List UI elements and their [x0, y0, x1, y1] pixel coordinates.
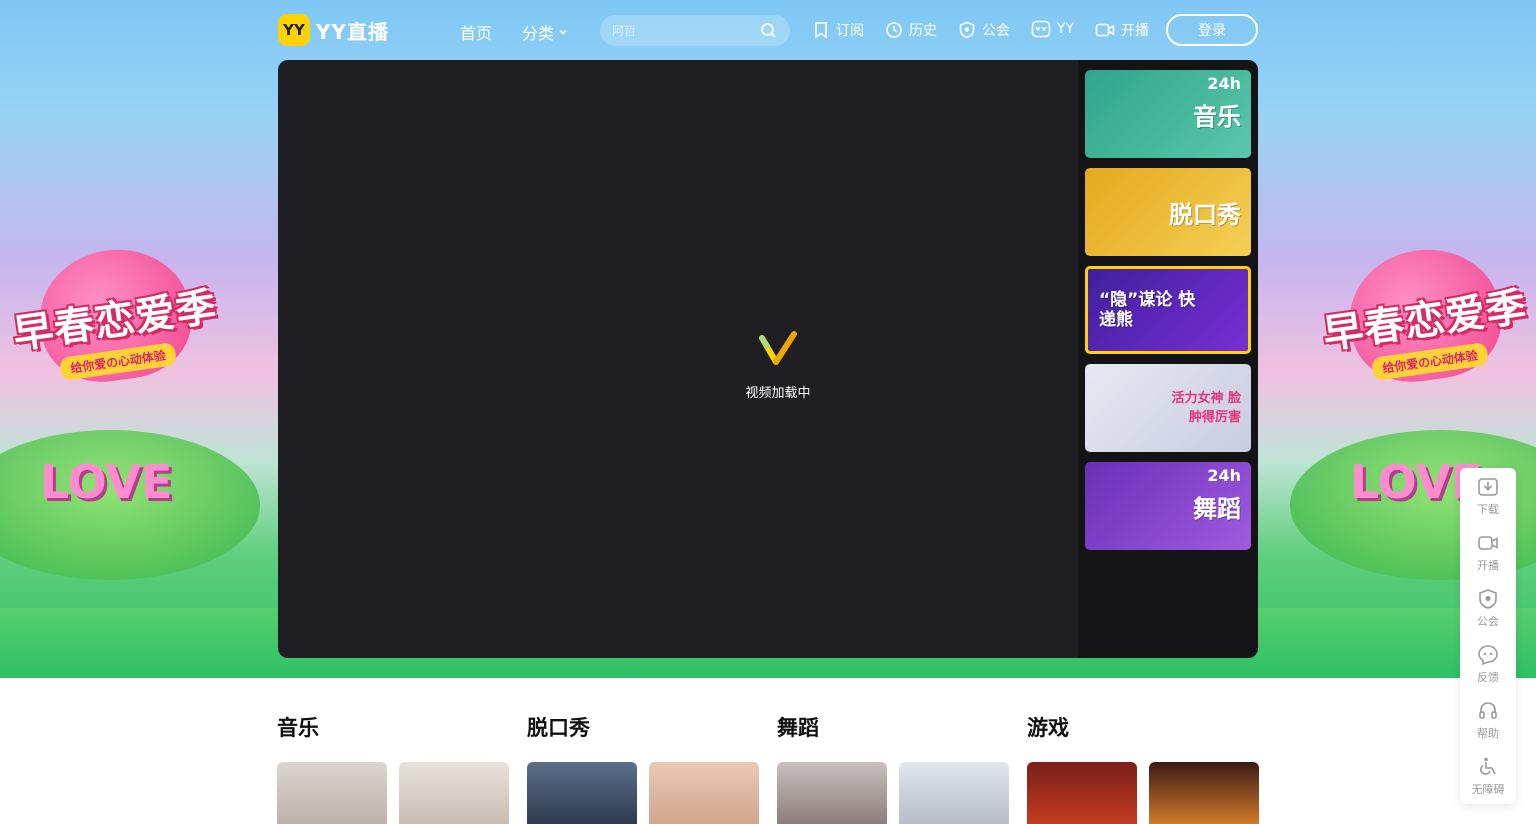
- channel-label: 脱口秀: [1169, 200, 1241, 229]
- logo-text: YY直播: [316, 19, 389, 44]
- toolbar-download[interactable]: 下载: [1460, 468, 1516, 524]
- header-subscribe[interactable]: 订阅: [812, 20, 864, 40]
- toolbar-help-label: 帮助: [1477, 726, 1499, 740]
- feedback-icon: [1478, 644, 1498, 665]
- shield-star-icon: [1479, 588, 1497, 609]
- 24h-badge: 24h: [1207, 74, 1241, 93]
- toolbar-guild[interactable]: 公会: [1460, 580, 1516, 636]
- toolbar-help[interactable]: 帮助: [1460, 692, 1516, 748]
- header-history-label: 历史: [909, 23, 937, 39]
- stream-card[interactable]: [1149, 762, 1259, 824]
- header-guild[interactable]: 公会: [958, 20, 1010, 40]
- stream-card[interactable]: [527, 762, 637, 824]
- search-icon[interactable]: [760, 22, 777, 39]
- channel-label: 音乐: [1193, 102, 1241, 131]
- channel-thumb-talkshow[interactable]: 脱口秀: [1085, 168, 1251, 256]
- floating-toolbar: 下载 开播 公会 反馈 帮助 无障碍: [1460, 468, 1516, 804]
- shield-star-icon: [959, 21, 975, 39]
- header-yy-label: YY: [1057, 21, 1075, 37]
- loading-indicator: 视频加载中: [728, 328, 828, 401]
- header-history[interactable]: 历史: [885, 20, 937, 40]
- toolbar-accessibility-label: 无障碍: [1471, 782, 1505, 796]
- header-yy[interactable]: YY: [1031, 20, 1074, 38]
- channel-list: 24h 音乐 脱口秀 “隐”谋论 快递熊 活力女神 脸肿得厉害 24h 舞蹈: [1078, 60, 1258, 658]
- nav-home[interactable]: 首页: [460, 20, 492, 44]
- chevron-down-icon: [559, 29, 567, 35]
- channel-thumb-goddess[interactable]: 活力女神 脸肿得厉害: [1085, 364, 1251, 452]
- section-title-dance[interactable]: 舞蹈: [777, 712, 819, 742]
- headset-icon: [1479, 701, 1497, 719]
- 24h-badge: 24h: [1207, 466, 1241, 485]
- channel-thumb-dance[interactable]: 24h 舞蹈: [1085, 462, 1251, 550]
- stream-card[interactable]: [777, 762, 887, 824]
- stream-card[interactable]: [649, 762, 759, 824]
- video-player[interactable]: 视频加载中 24h 音乐 脱口秀 “隐”谋论 快递熊 活力女神 脸肿得厉害 24…: [278, 60, 1258, 658]
- toolbar-feedback[interactable]: 反馈: [1460, 636, 1516, 692]
- nav-category[interactable]: 分类: [522, 20, 568, 44]
- video-camera-icon: [1478, 535, 1498, 550]
- video-camera-icon: [1095, 23, 1115, 37]
- download-icon: [1478, 477, 1498, 496]
- channel-thumb-music[interactable]: 24h 音乐: [1085, 70, 1251, 158]
- toolbar-download-label: 下载: [1477, 502, 1499, 516]
- section-title-game[interactable]: 游戏: [1027, 712, 1069, 742]
- accessibility-icon: [1480, 757, 1496, 775]
- header-subscribe-label: 订阅: [836, 23, 864, 39]
- section-title-music[interactable]: 音乐: [277, 712, 319, 742]
- toolbar-broadcast-label: 开播: [1477, 558, 1499, 572]
- channel-label: 活力女神 脸肿得厉害: [1171, 390, 1241, 426]
- yy-logo-icon: YY: [278, 14, 310, 46]
- nav-category-label: 分类: [522, 24, 555, 43]
- header-guild-label: 公会: [982, 23, 1010, 39]
- toolbar-guild-label: 公会: [1477, 614, 1499, 628]
- bookmark-icon: [815, 22, 827, 39]
- section-title-talkshow[interactable]: 脱口秀: [527, 712, 590, 742]
- banner-love-text: LOVE: [40, 455, 173, 509]
- stream-card[interactable]: [277, 762, 387, 824]
- channel-label: 舞蹈: [1193, 494, 1241, 523]
- header-broadcast[interactable]: 开播: [1095, 20, 1149, 40]
- toolbar-feedback-label: 反馈: [1477, 670, 1499, 684]
- stream-card[interactable]: [899, 762, 1009, 824]
- clock-icon: [886, 22, 902, 38]
- yy-app-icon: [1031, 20, 1051, 38]
- site-logo[interactable]: YY YY直播: [278, 14, 389, 46]
- header-broadcast-label: 开播: [1121, 23, 1149, 39]
- search-box: [600, 15, 790, 46]
- login-button[interactable]: 登录: [1166, 14, 1258, 46]
- toolbar-broadcast[interactable]: 开播: [1460, 524, 1516, 580]
- stream-card[interactable]: [399, 762, 509, 824]
- search-input[interactable]: [600, 23, 750, 38]
- channel-label: “隐”谋论 快递熊: [1099, 289, 1196, 330]
- stream-card[interactable]: [1027, 762, 1137, 824]
- loading-text: 视频加载中: [745, 386, 811, 401]
- yy-loading-icon: [759, 331, 797, 365]
- channel-thumb-featured[interactable]: “隐”谋论 快递熊: [1085, 266, 1251, 354]
- toolbar-accessibility[interactable]: 无障碍: [1460, 748, 1516, 804]
- top-header: YY YY直播 首页 分类 订阅 历史 公会 YY 开播 登录: [0, 0, 1536, 60]
